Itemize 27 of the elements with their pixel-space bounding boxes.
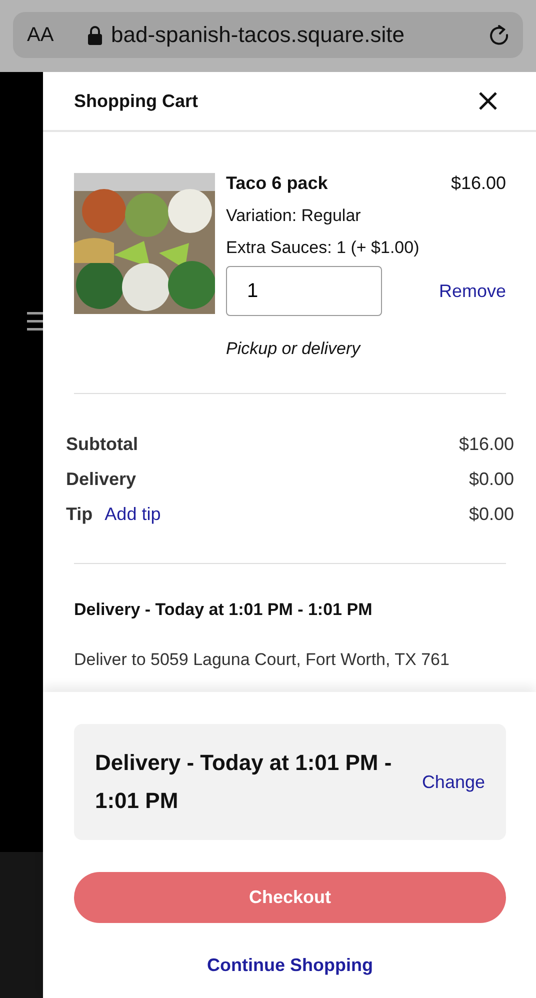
item-name: Taco 6 pack	[226, 173, 328, 194]
quantity-field[interactable]: 1	[226, 266, 382, 316]
cart-title: Shopping Cart	[74, 90, 198, 112]
total-label: Subtotal	[66, 434, 138, 455]
add-tip-link[interactable]: Add tip	[104, 504, 161, 525]
item-price: $16.00	[450, 173, 506, 194]
delivery-heading: Delivery - Today at 1:01 PM - 1:01 PM	[74, 600, 374, 620]
total-label: Delivery	[66, 469, 136, 490]
text-size-button[interactable]: AA	[27, 24, 87, 46]
change-link[interactable]: Change	[422, 772, 485, 792]
item-option: Extra Sauces: 1 (+ $1.00)	[226, 238, 506, 258]
fulfillment-text: Pickup or delivery	[226, 339, 362, 359]
total-label: Tip	[66, 504, 93, 525]
menu-icon	[27, 310, 43, 332]
remove-link[interactable]: Remove	[438, 280, 506, 302]
total-value: $16.00	[458, 434, 514, 455]
continue-shopping-link[interactable]: Continue Shopping	[207, 955, 373, 976]
close-icon[interactable]	[478, 91, 498, 111]
delivery-time: Delivery - Today at 1:01 PM - 1:01 PM	[95, 749, 393, 815]
address-bar[interactable]: AA bad-spanish-tacos.square.site	[13, 12, 523, 58]
url-text: bad-spanish-tacos.square.site	[111, 22, 404, 48]
delivery-address: Deliver to 5059 Laguna Court, Fort Worth, TX 761	[74, 650, 450, 670]
lock-icon	[87, 25, 103, 45]
total-value: $0.00	[468, 469, 514, 490]
item-option: Variation: Regular	[226, 206, 506, 226]
total-value: $0.00	[468, 504, 514, 525]
reload-icon[interactable]	[487, 23, 511, 47]
